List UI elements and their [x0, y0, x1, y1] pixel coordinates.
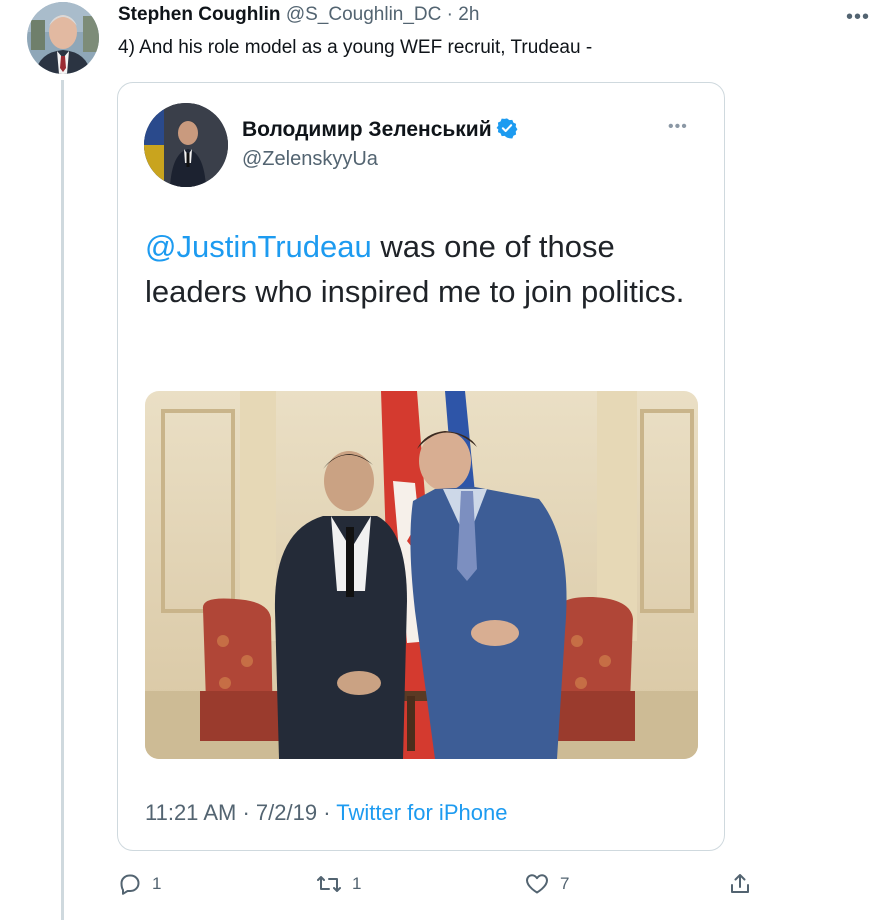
quoted-date[interactable]: 7/2/19 — [256, 800, 317, 825]
quoted-source[interactable]: Twitter for iPhone — [336, 800, 507, 825]
thread-line — [61, 80, 64, 920]
header-separator: · — [446, 4, 453, 25]
author-avatar[interactable] — [27, 2, 99, 74]
tweet-time[interactable]: 2h — [458, 4, 479, 25]
quoted-tweet-text: @JustinTrudeau was one of those leaders … — [145, 224, 685, 314]
meta-separator-2: · — [323, 800, 331, 825]
share-icon — [731, 874, 749, 893]
quoted-author-name-row[interactable]: Володимир Зеленський — [242, 117, 518, 142]
share-button[interactable] — [728, 872, 752, 896]
tweet-text: 4) And his role model as a young WEF rec… — [118, 37, 593, 58]
tweet-header: Stephen Coughlin @S_Coughlin_DC · 2h — [118, 4, 479, 26]
like-button[interactable]: 7 — [524, 872, 569, 896]
verified-badge-icon — [496, 118, 518, 139]
reply-count: 1 — [152, 874, 162, 893]
meta-separator-1: · — [242, 800, 250, 825]
quoted-author-name[interactable]: Володимир Зеленський — [242, 118, 492, 141]
retweet-count: 1 — [352, 874, 362, 893]
more-options-icon[interactable]: ••• — [846, 6, 870, 29]
reply-button[interactable]: 1 — [118, 872, 161, 896]
quoted-time[interactable]: 11:21 AM — [145, 800, 236, 825]
quoted-meta: 11:21 AM · 7/2/19 · Twitter for iPhone — [145, 800, 507, 826]
quoted-more-icon[interactable]: ••• — [668, 118, 688, 136]
mention-link[interactable]: @JustinTrudeau — [145, 229, 372, 264]
author-name[interactable]: Stephen Coughlin — [118, 4, 281, 25]
heart-icon — [526, 874, 548, 894]
quoted-photo[interactable] — [145, 391, 698, 759]
quoted-author-handle[interactable]: @ZelenskyyUa — [242, 148, 378, 171]
author-handle[interactable]: @S_Coughlin_DC — [286, 4, 442, 25]
reply-icon — [120, 874, 140, 895]
retweet-button[interactable]: 1 — [316, 872, 361, 896]
quoted-author-avatar[interactable] — [144, 103, 228, 187]
like-count: 7 — [560, 874, 570, 893]
retweet-icon — [317, 876, 341, 892]
